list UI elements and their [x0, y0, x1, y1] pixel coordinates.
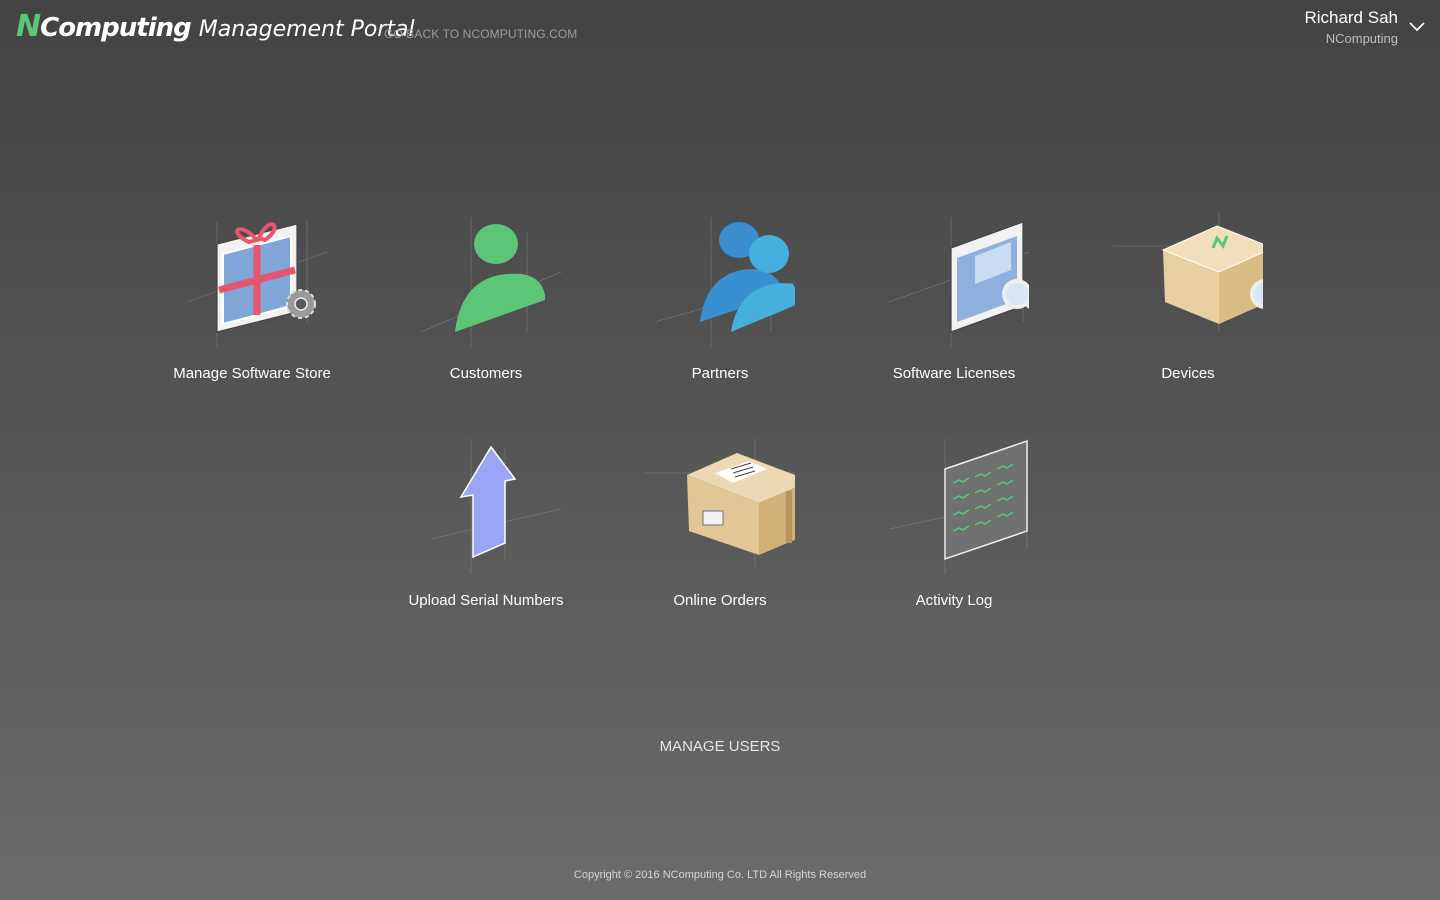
activity-log-icon	[888, 439, 1029, 574]
tile-label: Upload Serial Numbers	[408, 592, 564, 609]
tile-label: Manage Software Store	[173, 365, 331, 382]
tile-devices[interactable]: Devices	[1078, 212, 1298, 402]
software-licenses-icon	[888, 217, 1029, 347]
devices-icon	[1113, 212, 1263, 332]
logo-wordmark: Computing	[40, 13, 192, 43]
tile-partners[interactable]: Partners	[610, 212, 830, 402]
ncomputing-logo[interactable]: N Computing Management Portal	[16, 9, 415, 44]
tile-customers[interactable]: Customers	[376, 212, 596, 402]
go-back-link[interactable]: GO BACK TO NCOMPUTING.COM	[384, 27, 577, 41]
upload-arrow-icon	[430, 439, 561, 574]
package-icon	[645, 439, 795, 569]
tile-software-licenses[interactable]: Software Licenses	[844, 212, 1064, 402]
user-org: NComputing	[1325, 31, 1398, 46]
tile-activity-log[interactable]: Activity Log	[844, 439, 1064, 629]
user-name: Richard Sah	[1304, 8, 1398, 27]
logo-n: N	[16, 9, 41, 44]
software-store-icon	[186, 220, 327, 347]
user-menu[interactable]: Richard Sah NComputing	[1304, 8, 1398, 46]
portal-title: Management Portal	[198, 17, 415, 42]
manage-users-link[interactable]: MANAGE USERS	[620, 738, 820, 755]
customer-icon	[420, 217, 561, 347]
tile-label: Partners	[691, 365, 749, 382]
tile-label: Activity Log	[915, 592, 993, 609]
partners-icon	[654, 217, 795, 347]
chevron-down-icon[interactable]	[1408, 18, 1426, 36]
tile-label: Devices	[1161, 365, 1215, 382]
tile-label: Customers	[449, 365, 523, 382]
tile-manage-software-store[interactable]: Manage Software Store	[142, 212, 362, 402]
tile-online-orders[interactable]: Online Orders	[610, 439, 830, 629]
tile-label: Software Licenses	[892, 365, 1016, 382]
tile-upload-serial-numbers[interactable]: Upload Serial Numbers	[376, 439, 596, 629]
header: N Computing Management Portal GO BACK TO…	[0, 0, 1440, 70]
footer-copyright: Copyright © 2016 NComputing Co. LTD All …	[573, 869, 867, 881]
tile-label: Online Orders	[673, 592, 767, 609]
